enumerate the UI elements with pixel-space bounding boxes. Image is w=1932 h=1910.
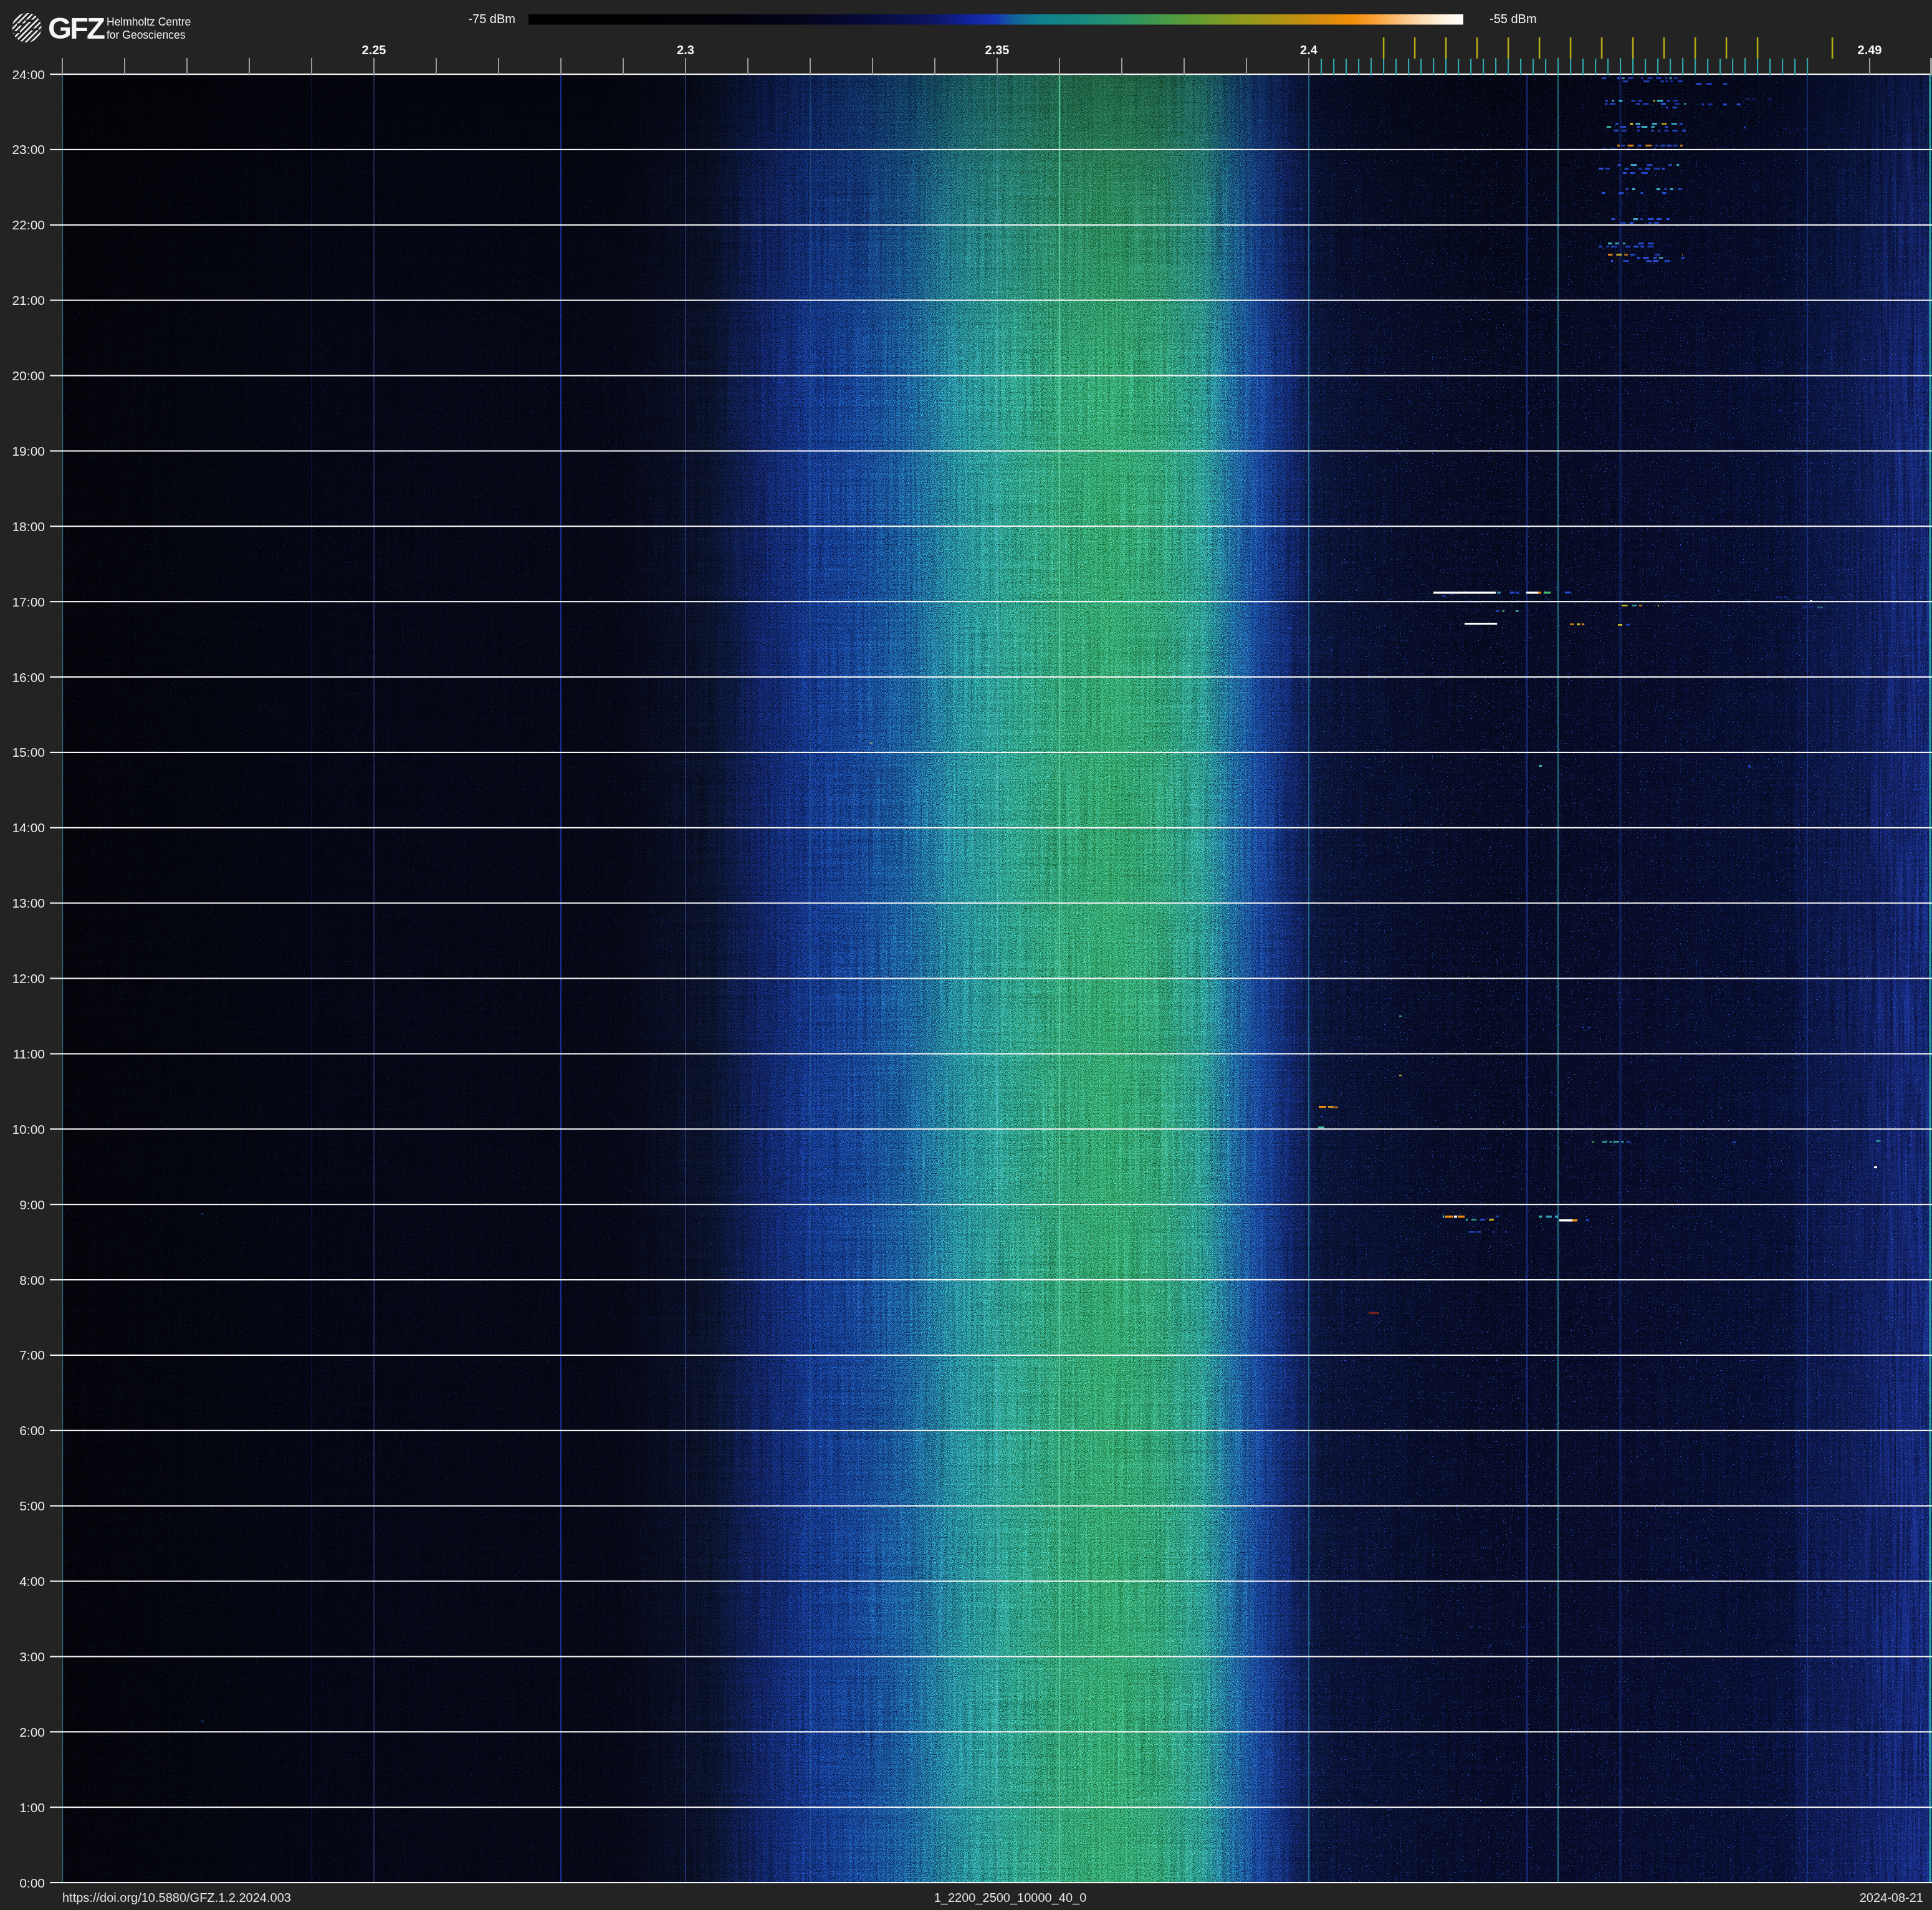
svg-text:3:00: 3:00 <box>19 1649 45 1664</box>
svg-text:GFZ: GFZ <box>48 11 105 45</box>
svg-text:-75 dBm: -75 dBm <box>468 12 515 26</box>
svg-text:4:00: 4:00 <box>19 1574 45 1588</box>
svg-text:1:00: 1:00 <box>19 1800 45 1815</box>
svg-text:24:00: 24:00 <box>12 67 45 82</box>
svg-text:2:00: 2:00 <box>19 1725 45 1739</box>
svg-text:2.35: 2.35 <box>985 43 1010 57</box>
svg-text:2.3: 2.3 <box>677 43 694 57</box>
svg-text:https://doi.org/10.5880/GFZ.1.: https://doi.org/10.5880/GFZ.1.2.2024.003 <box>62 1891 291 1904</box>
svg-text:2.49: 2.49 <box>1858 43 1882 57</box>
svg-text:0:00: 0:00 <box>19 1876 45 1890</box>
svg-text:-55 dBm: -55 dBm <box>1490 12 1537 26</box>
svg-text:Helmholtz Centre: Helmholtz Centre <box>107 16 191 28</box>
svg-text:16:00: 16:00 <box>12 670 45 684</box>
svg-text:15:00: 15:00 <box>12 745 45 759</box>
svg-text:5:00: 5:00 <box>19 1499 45 1513</box>
svg-text:8:00: 8:00 <box>19 1273 45 1287</box>
svg-text:10:00: 10:00 <box>12 1122 45 1136</box>
svg-text:1_2200_2500_10000_40_0: 1_2200_2500_10000_40_0 <box>934 1891 1087 1905</box>
svg-text:22:00: 22:00 <box>12 218 45 232</box>
svg-text:7:00: 7:00 <box>19 1348 45 1362</box>
svg-text:12:00: 12:00 <box>12 971 45 986</box>
svg-text:13:00: 13:00 <box>12 896 45 910</box>
svg-text:for Geosciences: for Geosciences <box>107 29 186 41</box>
svg-text:2.4: 2.4 <box>1300 43 1318 57</box>
svg-text:9:00: 9:00 <box>19 1197 45 1212</box>
svg-text:20:00: 20:00 <box>12 368 45 383</box>
svg-text:6:00: 6:00 <box>19 1423 45 1437</box>
svg-text:2024-08-21: 2024-08-21 <box>1860 1891 1923 1904</box>
svg-text:2.25: 2.25 <box>362 43 386 57</box>
svg-text:11:00: 11:00 <box>13 1047 45 1061</box>
svg-text:21:00: 21:00 <box>12 293 45 307</box>
svg-text:23:00: 23:00 <box>12 142 45 156</box>
svg-text:14:00: 14:00 <box>12 820 45 835</box>
svg-text:18:00: 18:00 <box>12 519 45 534</box>
svg-text:17:00: 17:00 <box>12 595 45 609</box>
svg-text:19:00: 19:00 <box>12 444 45 458</box>
